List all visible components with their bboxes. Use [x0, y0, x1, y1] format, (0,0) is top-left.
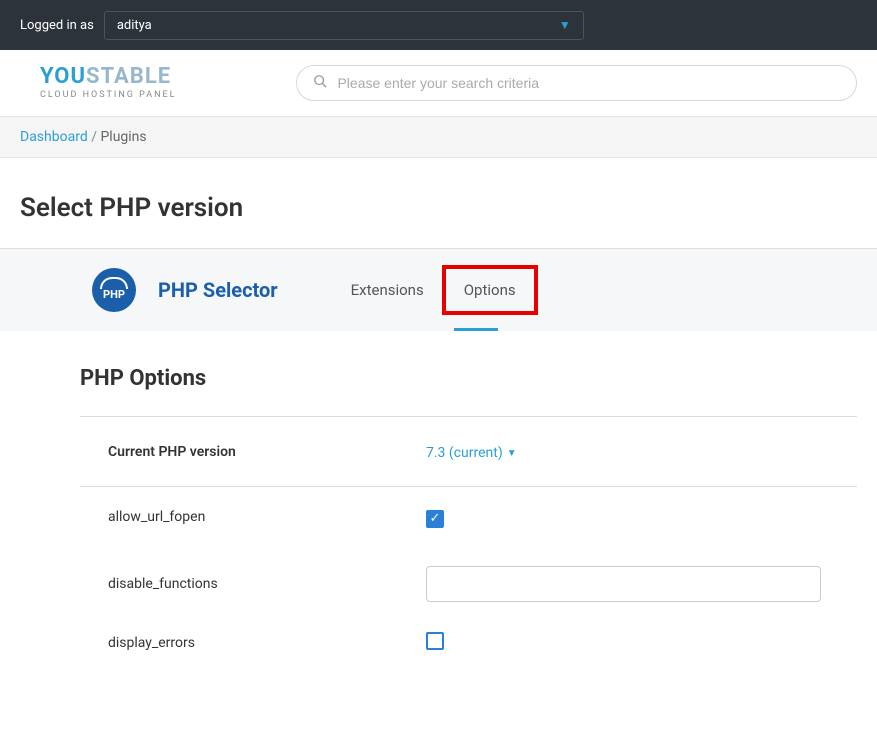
logo-main: YOUSTABLE [40, 66, 176, 88]
checkbox-display-errors[interactable] [426, 632, 444, 650]
logo-part1: YOU [40, 64, 86, 89]
search-input[interactable] [337, 75, 840, 91]
tab-extensions[interactable]: Extensions [333, 269, 442, 311]
breadcrumb-current: Plugins [100, 129, 146, 145]
search-box[interactable] [296, 65, 857, 101]
caret-down-icon: ▼ [507, 448, 517, 459]
php-version-dropdown[interactable]: 7.3 (current) ▼ [426, 445, 517, 461]
option-label: disable_functions [80, 576, 426, 592]
selector-title: PHP Selector [158, 278, 278, 302]
input-disable-functions[interactable] [426, 566, 821, 602]
logged-in-label: Logged in as [20, 18, 94, 33]
content-area: PHP Options Current PHP version 7.3 (cur… [0, 331, 877, 654]
breadcrumb: Dashboard / Plugins [0, 117, 877, 158]
page-title: Select PHP version [0, 158, 877, 248]
option-row-current-version: Current PHP version 7.3 (current) ▼ [80, 417, 857, 487]
tab-underline [454, 328, 498, 331]
option-label-current-version: Current PHP version [80, 444, 426, 460]
top-bar: Logged in as aditya ▼ [0, 0, 877, 50]
logo-part2: STABLE [86, 64, 171, 89]
checkbox-allow-url-fopen[interactable]: ✓ [426, 510, 444, 528]
php-version-value: 7.3 (current) [426, 445, 503, 461]
check-icon: ✓ [430, 511, 441, 526]
section-title: PHP Options [80, 366, 857, 417]
header-bar: YOUSTABLE CLOUD HOSTING PANEL [0, 50, 877, 117]
user-select-dropdown[interactable]: aditya ▼ [104, 11, 584, 40]
tab-options[interactable]: Options [442, 265, 538, 315]
selector-header: PHP PHP Selector Extensions Options [0, 248, 877, 331]
option-row-display-errors: display_errors [80, 602, 857, 654]
logo[interactable]: YOUSTABLE CLOUD HOSTING PANEL [40, 66, 176, 100]
breadcrumb-link-dashboard[interactable]: Dashboard [20, 129, 88, 145]
logo-subtitle: CLOUD HOSTING PANEL [40, 90, 176, 100]
option-row-disable-functions: disable_functions [80, 528, 857, 602]
user-select-value: aditya [117, 18, 152, 33]
caret-down-icon: ▼ [559, 18, 571, 32]
php-gauge-icon: PHP [92, 268, 136, 312]
option-row-allow-url-fopen: allow_url_fopen ✓ [80, 487, 857, 528]
search-icon [313, 74, 327, 92]
option-label: display_errors [80, 635, 426, 651]
option-label: allow_url_fopen [80, 509, 426, 525]
